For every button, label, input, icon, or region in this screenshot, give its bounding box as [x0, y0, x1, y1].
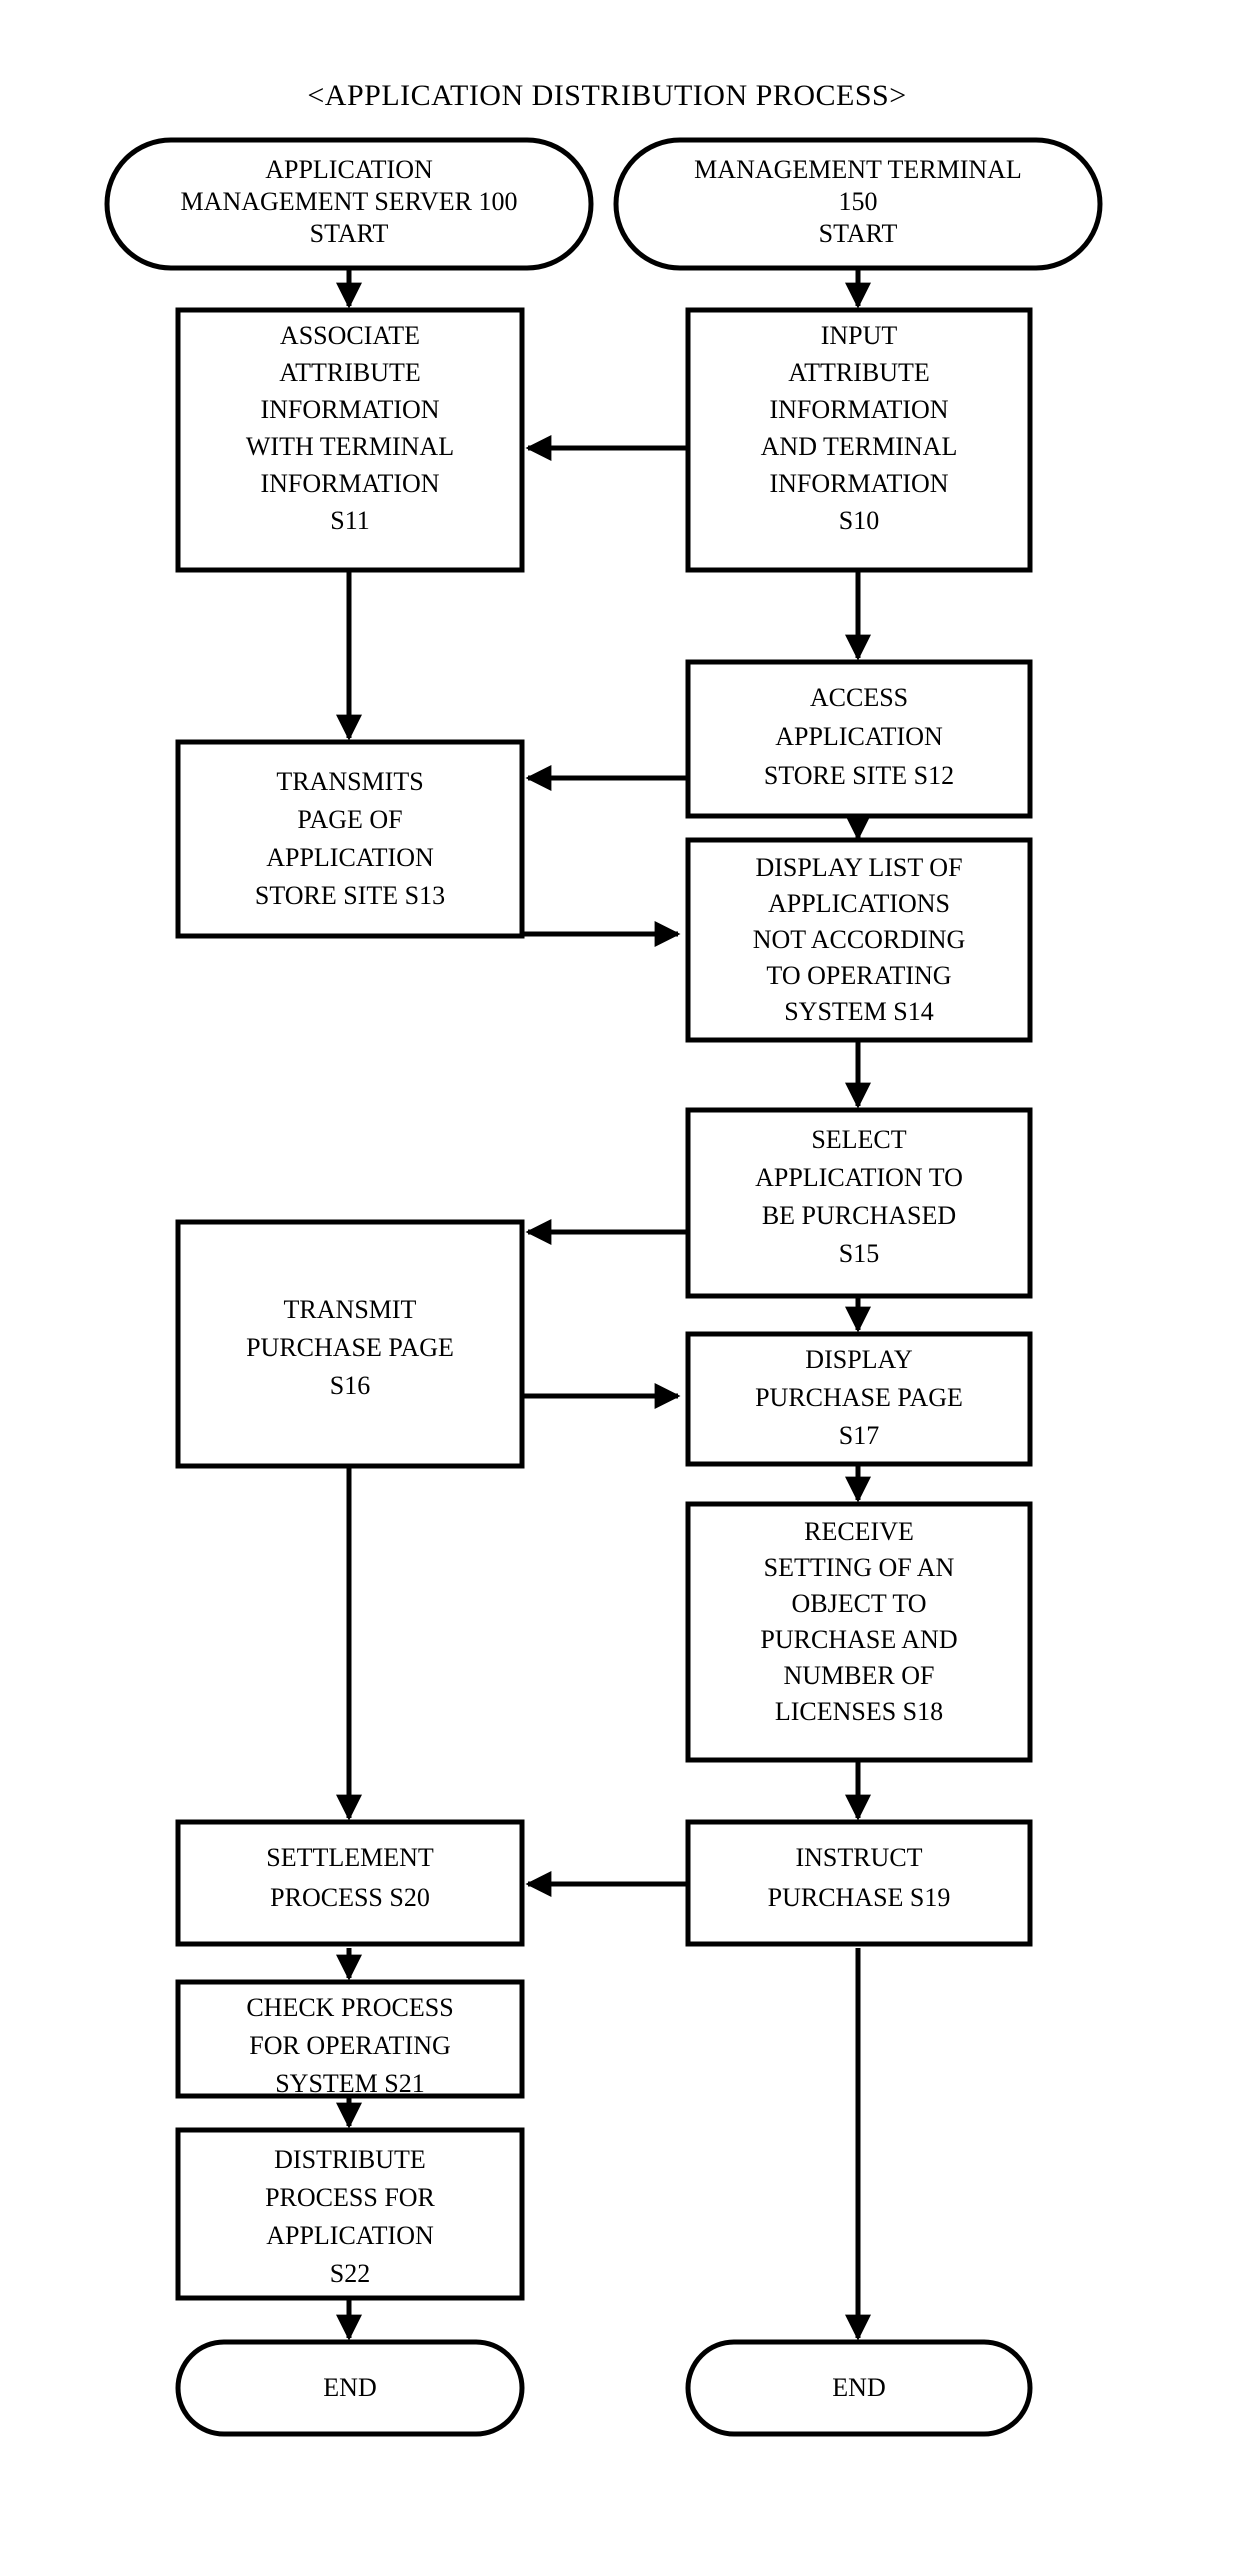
s16-line-3: S16	[330, 1371, 370, 1400]
s10-line-1: INPUT	[821, 321, 898, 350]
s11-line-1: ASSOCIATE	[280, 321, 420, 350]
node-start-left[interactable]: APPLICATION MANAGEMENT SERVER 100 START	[104, 137, 594, 271]
node-end-right[interactable]: END	[685, 2339, 1033, 2437]
s17-line-1: DISPLAY	[805, 1345, 913, 1374]
node-s21[interactable]: CHECK PROCESS FOR OPERATING SYSTEM S21	[175, 1979, 525, 2099]
s10-line-3: INFORMATION	[769, 395, 948, 424]
s11-line-4: WITH TERMINAL	[246, 432, 454, 461]
s13-line-4: STORE SITE S13	[255, 881, 445, 910]
s10-line-6: S10	[839, 506, 879, 535]
s14-line-3: NOT ACCORDING	[753, 925, 966, 954]
s15-line-3: BE PURCHASED	[762, 1201, 956, 1230]
node-s13[interactable]: TRANSMITS PAGE OF APPLICATION STORE SITE…	[175, 739, 525, 939]
s22-line-1: DISTRIBUTE	[274, 2145, 426, 2174]
s18-line-4: PURCHASE AND	[760, 1625, 957, 1654]
s14-line-4: TO OPERATING	[766, 961, 951, 990]
s10-line-4: AND TERMINAL	[761, 432, 958, 461]
s14-line-1: DISPLAY LIST OF	[755, 853, 962, 882]
s16-line-1: TRANSMIT	[284, 1295, 417, 1324]
start-left-line-2: MANAGEMENT SERVER 100	[181, 187, 518, 216]
s14-line-2: APPLICATIONS	[768, 889, 950, 918]
flowchart-page: <APPLICATION DISTRIBUTION PROCESS> APPLI…	[0, 0, 1240, 2549]
s13-line-2: PAGE OF	[297, 805, 402, 834]
s11-line-5: INFORMATION	[260, 469, 439, 498]
node-s16[interactable]: TRANSMIT PURCHASE PAGE S16	[175, 1219, 525, 1469]
node-s22[interactable]: DISTRIBUTE PROCESS FOR APPLICATION S22	[175, 2127, 525, 2301]
node-s12[interactable]: ACCESS APPLICATION STORE SITE S12	[685, 659, 1033, 819]
s18-line-2: SETTING OF AN	[764, 1553, 955, 1582]
s10-line-5: INFORMATION	[769, 469, 948, 498]
s18-line-1: RECEIVE	[804, 1517, 914, 1546]
s21-line-1: CHECK PROCESS	[246, 1993, 453, 2022]
s14-line-5: SYSTEM S14	[784, 997, 934, 1026]
s20-line-1: SETTLEMENT	[266, 1843, 434, 1872]
s17-line-3: S17	[839, 1421, 879, 1450]
s13-line-3: APPLICATION	[266, 843, 434, 872]
s11-line-2: ATTRIBUTE	[279, 358, 421, 387]
s22-line-4: S22	[330, 2259, 370, 2288]
s16-line-2: PURCHASE PAGE	[246, 1333, 454, 1362]
start-left-line-3: START	[310, 219, 389, 248]
node-s18[interactable]: RECEIVE SETTING OF AN OBJECT TO PURCHASE…	[685, 1501, 1033, 1763]
s12-line-1: ACCESS	[810, 683, 908, 712]
node-s15[interactable]: SELECT APPLICATION TO BE PURCHASED S15	[685, 1107, 1033, 1299]
start-right-line-3: START	[819, 219, 898, 248]
s21-line-3: SYSTEM S21	[275, 2069, 425, 2098]
s13-line-1: TRANSMITS	[276, 767, 423, 796]
node-end-left[interactable]: END	[175, 2339, 525, 2437]
s15-line-4: S15	[839, 1239, 879, 1268]
diagram-title: <APPLICATION DISTRIBUTION PROCESS>	[307, 79, 906, 112]
node-s10[interactable]: INPUT ATTRIBUTE INFORMATION AND TERMINAL…	[685, 307, 1033, 573]
end-left-label: END	[323, 2373, 376, 2402]
start-right-line-1: MANAGEMENT TERMINAL	[694, 155, 1022, 184]
s18-line-5: NUMBER OF	[784, 1661, 935, 1690]
node-s19[interactable]: INSTRUCT PURCHASE S19	[685, 1819, 1033, 1947]
node-s11[interactable]: ASSOCIATE ATTRIBUTE INFORMATION WITH TER…	[175, 307, 525, 573]
s10-line-2: ATTRIBUTE	[788, 358, 930, 387]
end-right-label: END	[832, 2373, 885, 2402]
s12-line-2: APPLICATION	[775, 722, 943, 751]
node-s20[interactable]: SETTLEMENT PROCESS S20	[175, 1819, 525, 1947]
s12-line-3: STORE SITE S12	[764, 761, 954, 790]
node-start-right[interactable]: MANAGEMENT TERMINAL 150 START	[613, 137, 1103, 271]
s20-line-2: PROCESS S20	[270, 1883, 430, 1912]
flowchart-canvas: <APPLICATION DISTRIBUTION PROCESS> APPLI…	[104, 79, 1103, 2437]
start-left-line-1: APPLICATION	[265, 155, 433, 184]
s17-line-2: PURCHASE PAGE	[755, 1383, 963, 1412]
s11-line-6: S11	[330, 506, 370, 535]
node-s14[interactable]: DISPLAY LIST OF APPLICATIONS NOT ACCORDI…	[685, 837, 1033, 1043]
s18-line-3: OBJECT TO	[791, 1589, 926, 1618]
s18-line-6: LICENSES S18	[775, 1697, 943, 1726]
s19-line-1: INSTRUCT	[795, 1843, 922, 1872]
s15-line-2: APPLICATION TO	[755, 1163, 963, 1192]
s15-line-1: SELECT	[811, 1125, 906, 1154]
s22-line-3: APPLICATION	[266, 2221, 434, 2250]
start-right-line-2: 150	[839, 187, 878, 216]
s22-line-2: PROCESS FOR	[265, 2183, 435, 2212]
s11-line-3: INFORMATION	[260, 395, 439, 424]
s21-line-2: FOR OPERATING	[249, 2031, 451, 2060]
node-s17[interactable]: DISPLAY PURCHASE PAGE S17	[685, 1331, 1033, 1467]
s19-line-2: PURCHASE S19	[768, 1883, 951, 1912]
